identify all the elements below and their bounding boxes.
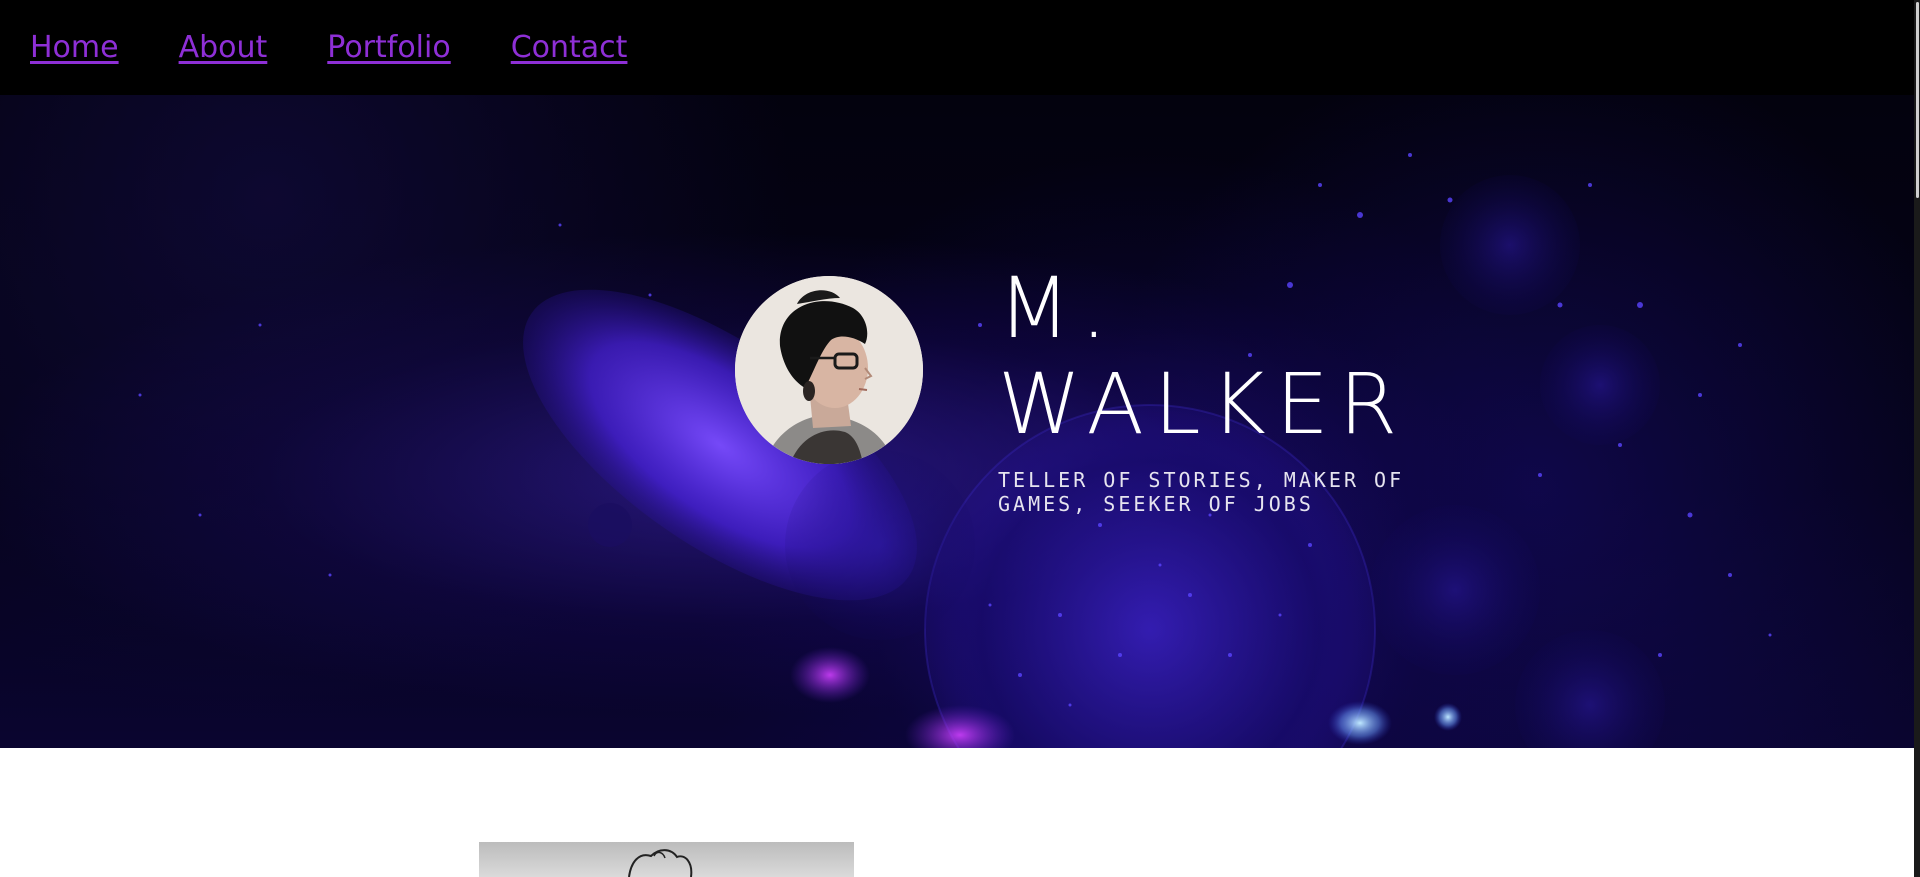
portfolio-sketch-image	[479, 842, 854, 877]
hero-name-surname: WALKER	[998, 355, 1408, 453]
hero-background-image	[138, 153, 1772, 748]
nav-link-home[interactable]: Home	[30, 30, 119, 65]
nav-link-about[interactable]: About	[179, 30, 268, 65]
hero-name-initial: M.	[998, 259, 1118, 357]
hero-tagline: Teller of Stories, Maker of Games, Seeke…	[998, 468, 1405, 516]
scrollbar-thumb[interactable]	[1916, 2, 1919, 198]
main-nav: Home About Portfolio Contact	[0, 0, 1920, 95]
hero-banner: M. WALKER Teller of Stories, Maker of Ga…	[0, 95, 1920, 748]
page-scrollbar[interactable]	[1914, 0, 1920, 877]
profile-avatar	[735, 276, 923, 464]
nav-link-portfolio[interactable]: Portfolio	[327, 30, 450, 65]
hero-title-block: M. WALKER Teller of Stories, Maker of Ga…	[998, 260, 1418, 516]
nav-link-contact[interactable]: Contact	[511, 30, 628, 65]
